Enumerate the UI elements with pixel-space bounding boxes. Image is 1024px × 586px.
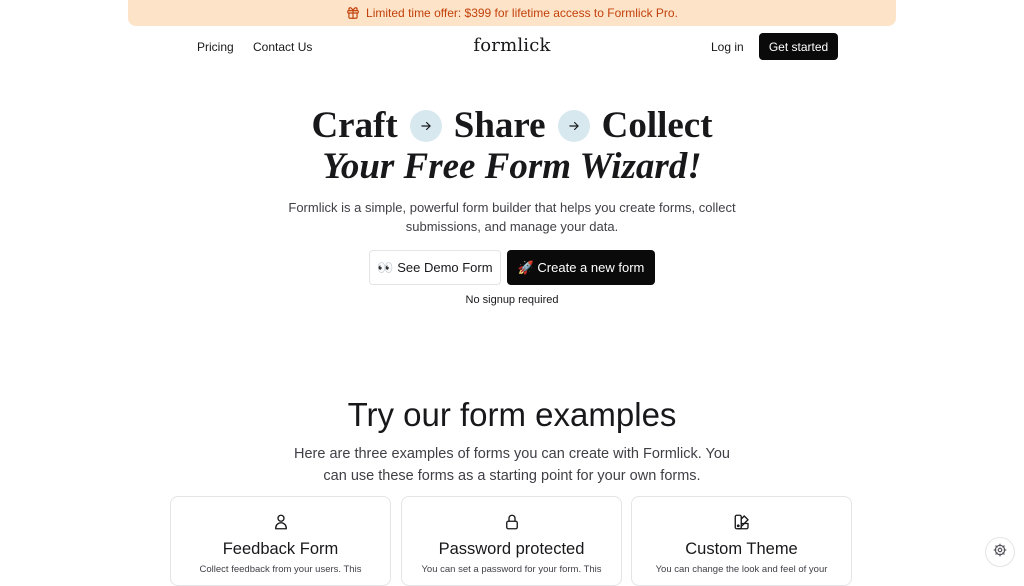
offer-banner[interactable]: Limited time offer: $399 for lifetime ac… <box>128 0 896 26</box>
card-title: Password protected <box>438 540 585 558</box>
example-card-feedback[interactable]: Feedback Form Collect feedback from your… <box>170 496 391 586</box>
hero-headline: Craft Share Collect <box>0 104 1024 147</box>
no-signup-note: No signup required <box>465 294 559 306</box>
logo[interactable]: formlick <box>473 35 550 56</box>
example-card-custom-theme[interactable]: Custom Theme You can change the look and… <box>631 496 852 586</box>
nav-link-pricing[interactable]: Pricing <box>197 40 234 54</box>
arrow-right-icon <box>557 109 590 142</box>
hero-description: Formlick is a simple, powerful form buil… <box>288 200 736 234</box>
card-description: You can set a password for your form. Th… <box>421 564 602 575</box>
hero-tagline: Your Free Form Wizard! <box>322 146 702 187</box>
see-demo-form-button[interactable]: 👀 See Demo Form <box>369 250 501 285</box>
card-description: Collect feedback from your users. This <box>199 564 362 575</box>
create-new-form-button[interactable]: 🚀 Create a new form <box>507 250 655 285</box>
card-title: Custom Theme <box>685 540 798 558</box>
login-link[interactable]: Log in <box>711 40 744 54</box>
arrow-right-icon <box>409 109 442 142</box>
hero-word-craft: Craft <box>311 105 398 146</box>
user-icon <box>171 513 390 531</box>
hero-word-collect: Collect <box>601 105 713 146</box>
offer-banner-text: Limited time offer: $399 for lifetime ac… <box>366 6 678 20</box>
example-card-password[interactable]: Password protected You can set a passwor… <box>401 496 622 586</box>
examples-title: Try our form examples <box>347 396 677 433</box>
hero-word-share: Share <box>453 105 546 146</box>
cog-icon <box>993 543 1007 562</box>
card-title: Feedback Form <box>222 540 339 558</box>
examples-description: Here are three examples of forms you can… <box>294 446 730 484</box>
lock-icon <box>402 513 621 531</box>
card-description: You can change the look and feel of your <box>655 564 828 575</box>
gift-icon <box>346 6 360 20</box>
palette-icon <box>632 513 851 531</box>
floating-settings-button[interactable] <box>985 537 1015 567</box>
get-started-button[interactable]: Get started <box>759 33 838 60</box>
nav-link-contact-us[interactable]: Contact Us <box>253 40 312 54</box>
